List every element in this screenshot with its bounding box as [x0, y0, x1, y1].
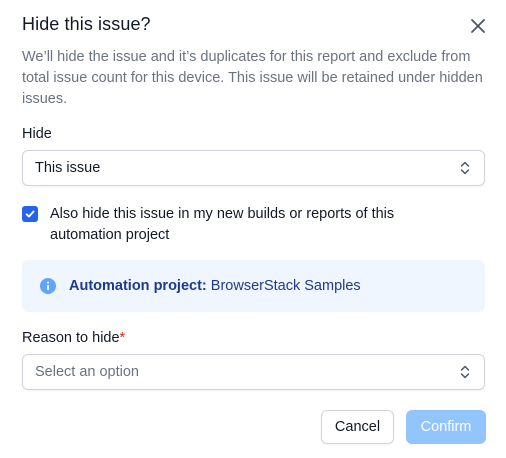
check-icon — [24, 208, 36, 220]
required-marker: * — [119, 330, 126, 346]
reason-label: Reason to hide* — [22, 330, 485, 346]
automation-project-text: Automation project: BrowserStack Samples — [69, 278, 361, 294]
dialog-footer: Cancel Confirm — [321, 410, 486, 444]
hide-select[interactable]: This issue — [22, 150, 485, 186]
info-icon — [40, 278, 56, 294]
cancel-button[interactable]: Cancel — [321, 410, 394, 444]
hide-select-value: This issue — [35, 160, 101, 176]
hide-in-new-builds-checkbox[interactable] — [22, 206, 38, 222]
dialog-description: We’ll hide the issue and it’s duplicates… — [22, 49, 483, 107]
chevron-up-down-icon — [460, 160, 470, 176]
reason-label-text: Reason to hide — [22, 330, 120, 346]
automation-project-info: Automation project: BrowserStack Samples — [22, 260, 485, 312]
hide-issue-dialog: Hide this issue? We’ll hide the issue an… — [0, 0, 506, 458]
dialog-header: Hide this issue? — [22, 0, 485, 50]
dialog-title: Hide this issue? — [22, 14, 151, 34]
chevron-up-down-icon — [460, 364, 470, 380]
confirm-button[interactable]: Confirm — [406, 410, 486, 444]
automation-project-value: BrowserStack Samples — [210, 278, 361, 294]
reason-select-placeholder: Select an option — [35, 364, 139, 380]
reason-select[interactable]: Select an option — [22, 354, 485, 390]
hide-in-new-builds-label[interactable]: Also hide this issue in my new builds or… — [50, 204, 430, 246]
automation-project-label: Automation project: — [69, 278, 207, 294]
hide-label: Hide — [22, 126, 52, 142]
close-button[interactable] — [466, 14, 490, 38]
close-icon — [470, 18, 486, 34]
hide-in-new-builds-row: Also hide this issue in my new builds or… — [22, 204, 485, 246]
